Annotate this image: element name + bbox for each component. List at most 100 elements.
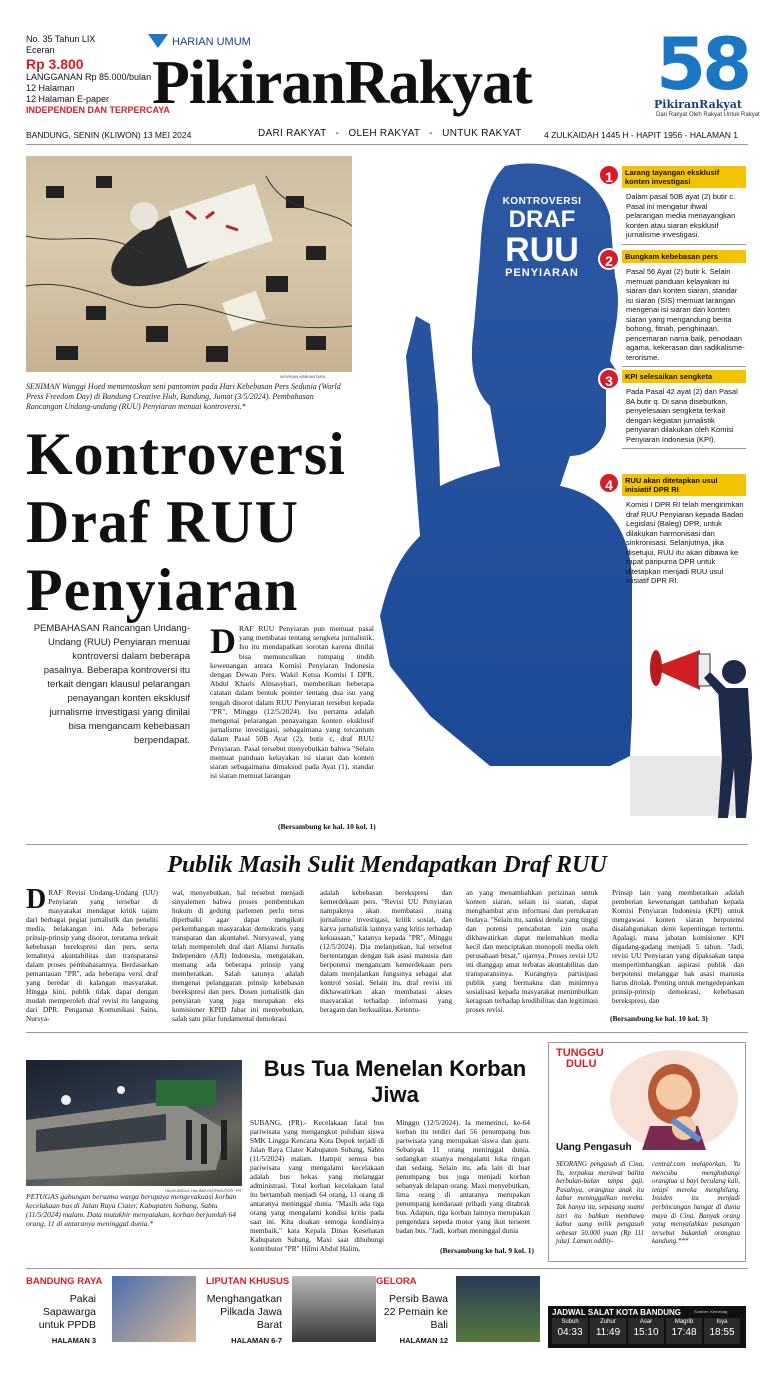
anniversary-tagline: Dari Rakyat Oleh Rakyat Untuk Rakyat: [656, 112, 760, 118]
prayer-name: Asar: [639, 1319, 653, 1325]
point-3: 3 KPI selesaikan sengketa Pada Pasal 42 …: [598, 368, 746, 449]
point-4-number: 4: [598, 472, 620, 494]
main-story-body: D RAF RUU Penyiaran pun memuat pasal yang…: [210, 621, 374, 780]
bus-photo-art: [26, 1080, 227, 1180]
bus-headline[interactable]: Bus Tua Menelan Korban Jiwa: [250, 1056, 540, 1108]
main-headline[interactable]: Kontroversi Draf RUU Penyiaran: [26, 420, 356, 624]
teaser-title: Pakai Sapawarga untuk PPDB: [38, 1293, 96, 1331]
point-1-number: 1: [598, 164, 620, 186]
prayer-time: 11:49: [595, 1327, 621, 1338]
graphic-title-line-3: RUU: [505, 231, 579, 269]
point-divider: [622, 448, 746, 449]
headline-line-3: Penyiaran: [26, 557, 299, 623]
second-story-col-3: adalah kebebasan berekspresi dan kemerde…: [320, 888, 452, 1014]
teaser-photo: [292, 1276, 376, 1342]
prayer-time: 15:10: [633, 1327, 659, 1338]
headline-line-1: Kontroversi: [26, 421, 346, 487]
point-3-number: 3: [598, 368, 620, 390]
anniversary-number: 58: [656, 22, 752, 106]
photo-credit: NOVRIAN ARBI/ANTARA: [280, 374, 326, 379]
point-divider: [622, 366, 746, 367]
bus-accident-photo: [26, 1060, 242, 1186]
prayer-time: 17:48: [671, 1327, 697, 1338]
point-2-tag: Bungkam kebebasan pers: [622, 250, 746, 263]
teaser-bandung-raya[interactable]: BANDUNG RAYA Pakai Sapawarga untuk PPDB …: [26, 1276, 196, 1346]
graphic-title-line-2: DRAF: [508, 206, 576, 233]
megaphone-icon: [650, 650, 752, 818]
anniversary-logo: PikiranRakyat: [654, 98, 742, 111]
teaser-page: HALAMAN 3: [51, 1336, 96, 1345]
graphic-title: KONTROVERSI DRAF RUU PENYIARAN: [492, 196, 592, 279]
prayer-time-magrib: Magrib 17:48: [666, 1318, 702, 1344]
second-story-col-1: D RAF Revisi Undang-Undang (UU) Penyiaran…: [26, 884, 158, 1024]
prayer-time-isya: Isya 18:55: [704, 1318, 740, 1344]
dropcap: D: [210, 621, 236, 661]
tunggu-col-1: SEORANG pengasuh di Cina, Yu, terpaksa m…: [556, 1160, 644, 1246]
tunggu-title[interactable]: Uang Pengasuh: [556, 1142, 632, 1153]
prayer-source: Sumber: Kemenag: [694, 1309, 728, 1314]
point-1-tag: Larang tayangan eksklusif konten investi…: [622, 166, 746, 188]
section-divider: [26, 1032, 748, 1033]
bus-continued-link[interactable]: (Bersambung ke hal. 9 kol. 1): [440, 1246, 534, 1255]
teaser-page: HALAMAN 6-7: [231, 1336, 282, 1345]
point-2-number: 2: [598, 248, 620, 270]
teaser-page: HALAMAN 12: [399, 1336, 448, 1345]
nanny-illustration: [610, 1050, 738, 1150]
second-continued-link[interactable]: (Bersambung ke hal. 10 kol. 3): [610, 1014, 708, 1023]
prayer-time-subuh: Subuh 04:33: [552, 1318, 588, 1344]
prayer-name: Magrib: [674, 1319, 694, 1325]
point-2: 2 Bungkam kebebasan pers Pasal 56 Ayat (…: [598, 248, 746, 367]
second-story-col-2: wal, menyebutkan, hal tersebut menjadi s…: [172, 888, 304, 1023]
point-3-text: Pada Pasal 42 ayat (2) dan Pasal 8A buti…: [626, 387, 738, 444]
headline-line-2: Draf RUU: [26, 489, 299, 555]
tunggu-col-2: central.com melaporkan, Yu mencoba mengh…: [652, 1160, 740, 1246]
second-dropcap: D: [26, 884, 47, 915]
prayer-title: JADWAL SALAT KOTA BANDUNG: [552, 1308, 682, 1317]
second-story-col-5: Prinsip lain yang memberatkan adalah pem…: [612, 888, 744, 1005]
section-divider: [26, 1268, 748, 1269]
bus-story-col-2: Minggu (12/5/2024). Ia memerinci, ke-64 …: [396, 1118, 530, 1235]
pantomime-photo: [26, 156, 352, 372]
point-2-text: Pasal 56 Ayat (2) butir k. Selain memuat…: [626, 267, 745, 362]
teaser-photo: [112, 1276, 196, 1342]
point-1: 1 Larang tayangan eksklusif konten inves…: [598, 164, 746, 245]
prayer-name: Zuhur: [600, 1319, 616, 1325]
second-headline[interactable]: Publik Masih Sulit Mendapatkan Draf RUU: [26, 852, 748, 879]
photo-caption: SENIMAN Wanggi Hoed mementaskan seni pan…: [26, 382, 341, 411]
prayer-time-asar: Asar 15:10: [628, 1318, 664, 1344]
graphic-title-line-4: PENYIARAN: [505, 267, 579, 279]
bus-story-col-1: SUBANG, (PR).- Kecelakaan fatal bus pari…: [250, 1118, 384, 1253]
point-1-text: Dalam pasal 50B ayat (2) butir c. Pasal …: [626, 192, 736, 239]
teaser-title: Menghangatkan Pilkada Jawa Barat: [206, 1293, 282, 1331]
tunggu-logo-line-2: DULU: [566, 1058, 597, 1070]
prayer-time: 18:55: [709, 1327, 735, 1338]
motto: DARI RAKYAT - OLEH RAKYAT - UNTUK RAKYAT: [258, 128, 522, 139]
bus-photo-caption: PETUGAS gabungan bersama warga berupaya …: [26, 1192, 237, 1228]
point-3-tag: KPI selesaikan sengketa: [622, 370, 746, 383]
megaphone-illustration: [648, 628, 758, 818]
hijri-date: 4 ZULKAIDAH 1445 H - HAPIT 1956 - HALAMA…: [544, 130, 739, 140]
nanny-icon: [642, 1064, 706, 1150]
second-story-col-4: an yang menambahkan perizinan untuk kont…: [466, 888, 598, 1014]
prayer-time-zuhur: Zuhur 11:49: [590, 1318, 626, 1344]
pantomime-photo-art: [26, 175, 352, 362]
teaser-gelora[interactable]: GELORA Persib Bawa 22 Pemain ke Bali HAL…: [376, 1276, 546, 1346]
prayer-time: 04:33: [557, 1327, 583, 1338]
point-4: 4 RUU akan ditetapkan usul inisiatif DPR…: [598, 472, 746, 586]
harian-umum-label: HARIAN UMUM: [172, 36, 251, 48]
dateline: BANDUNG, SENIN (KLIWON) 13 MEI 2024: [26, 130, 192, 140]
teaser-liputan-khusus[interactable]: LIPUTAN KHUSUS Menghangatkan Pilkada Jaw…: [206, 1276, 376, 1346]
prayer-name: Isya: [716, 1319, 728, 1325]
newspaper-logo[interactable]: PikiranRakyat: [152, 52, 533, 114]
section-divider: [26, 844, 748, 845]
point-divider: [622, 243, 746, 245]
prayer-name: Subuh: [561, 1319, 579, 1325]
point-4-tag: RUU akan ditetapkan usul inisiatif DPR R…: [622, 474, 746, 496]
continued-link[interactable]: (Bersambung ke hal. 10 kol. 1): [278, 822, 376, 831]
lead-paragraph: PEMBAHASAN Rancangan Undang-Undang (RUU)…: [33, 623, 190, 746]
teaser-photo: [456, 1276, 540, 1342]
tunggu-dulu-logo: TUNGGU DULU: [556, 1048, 604, 1070]
teaser-title: Persib Bawa 22 Pemain ke Bali: [383, 1293, 448, 1331]
masthead-divider: [26, 144, 748, 145]
point-4-text: Komisi I DPR RI telah mengirimkan draf R…: [626, 500, 744, 585]
